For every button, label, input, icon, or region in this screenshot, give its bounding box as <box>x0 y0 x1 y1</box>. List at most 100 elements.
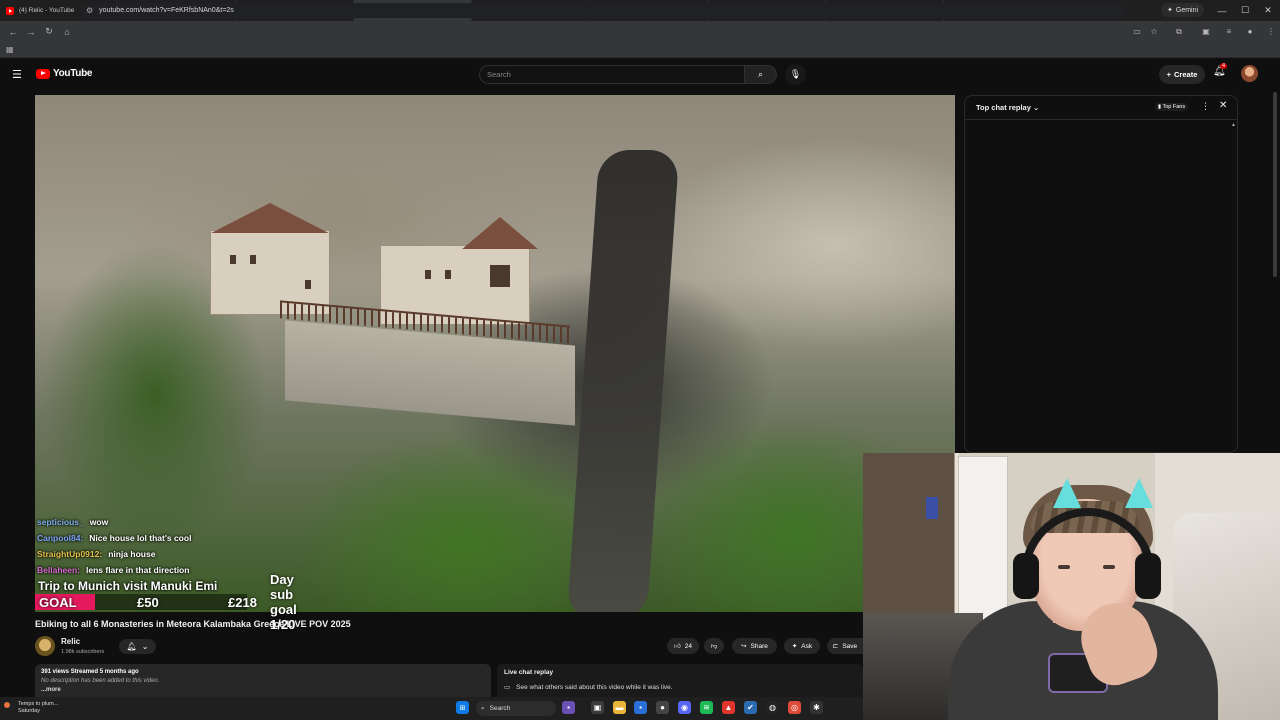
share-button[interactable]: ↪ Share <box>732 638 777 654</box>
menu-lines-icon[interactable]: ≡ <box>1220 21 1238 42</box>
search-input[interactable]: Search <box>479 65 745 84</box>
live-chat-replay-prompt: See what others said about this video wh… <box>516 683 673 691</box>
headphone-cup <box>1135 553 1161 599</box>
discord-icon[interactable]: ◉ <box>678 701 691 714</box>
address-bar[interactable]: ⚙ youtube.com/watch?v=FeKRfsbNAn0&t=2s <box>80 3 1125 18</box>
search-icon: ⌕ <box>481 704 485 712</box>
maximize-icon[interactable]: ☐ <box>1234 0 1256 21</box>
background-door <box>958 456 1008 626</box>
goal-progress <box>87 594 247 610</box>
microphone-icon: 🎙︎ <box>789 69 802 79</box>
subscriber-count: 1.98k subscribers <box>61 649 105 655</box>
cat-ear-icon <box>1125 478 1153 508</box>
like-button[interactable]: 👍︎ 24 <box>667 638 699 654</box>
app-icon[interactable]: ✔ <box>744 701 757 714</box>
ask-label: Ask <box>801 642 813 650</box>
rock-crevice <box>566 150 680 612</box>
plus-icon: + <box>1166 70 1172 79</box>
browser-menu-icon[interactable]: ⋮ <box>1262 21 1280 42</box>
page-scrollbar[interactable] <box>1273 92 1277 277</box>
weather-widget[interactable]: Temps to plum... Saturday <box>4 701 58 715</box>
chat-mode-dropdown[interactable]: Top chat replay ⌄ <box>976 103 1039 112</box>
subscription-notifications-button[interactable]: 🔔︎ ⌄ <box>119 639 156 654</box>
close-window-icon[interactable]: ✕ <box>1257 0 1279 21</box>
more-options-icon[interactable]: ⋮ <box>1201 101 1210 112</box>
spotify-icon[interactable]: ≋ <box>700 701 713 714</box>
overlay-chat-text: lens flare in that direction <box>86 565 190 575</box>
window <box>425 270 431 279</box>
scroll-up-icon[interactable]: ▲ <box>1231 122 1236 128</box>
bookmark-icon: ⊏ <box>832 643 839 650</box>
chat-panel: Top chat replay ⌄ ▮ Top Fans ⋮ ✕ ▲ <box>964 95 1238 453</box>
video-title: Ebiking to all 6 Monasteries in Meteora … <box>35 619 351 629</box>
overlay-chat-text: Nice house lol that's cool <box>89 533 192 543</box>
youtube-logo[interactable]: YouTube <box>36 68 93 79</box>
thumbs-down-icon: 👎︎ <box>710 643 718 650</box>
save-button[interactable]: ⊏ Save <box>827 638 863 654</box>
url-text: youtube.com/watch?v=FeKRfsbNAn0&t=2s <box>99 7 234 14</box>
description-text: No description has been added to this vi… <box>41 678 160 684</box>
overlay-chat-user: StraightUp0912: <box>37 549 103 559</box>
brave-icon[interactable]: ▲ <box>722 701 735 714</box>
goal-label: GOAL <box>35 594 87 610</box>
overlay-chat-text: ninja house <box>108 549 156 559</box>
overlay-chat-user: septicious_ <box>37 517 84 527</box>
file-explorer-icon[interactable]: ▬ <box>613 701 626 714</box>
bookmark-star-icon[interactable]: ☆ <box>1145 21 1163 42</box>
window <box>305 280 311 289</box>
create-button[interactable]: + Create <box>1159 65 1205 84</box>
channel-name[interactable]: Relic <box>61 637 80 646</box>
profile-icon[interactable]: ● <box>1241 21 1259 42</box>
search-icon: ⌕ <box>757 69 764 79</box>
hamburger-menu-icon[interactable]: ☰ <box>12 68 22 81</box>
windows-start-icon[interactable]: ⊞ <box>456 701 469 714</box>
search-button[interactable]: ⌕ <box>745 65 777 84</box>
ask-button[interactable]: ✦ Ask <box>784 638 820 654</box>
reload-icon[interactable]: ↻ <box>40 26 58 37</box>
chat-header: Top chat replay ⌄ ▮ Top Fans ⋮ ✕ <box>965 96 1237 120</box>
overlay-chat-message: StraightUp0912: ninja house <box>37 549 155 559</box>
sub-goal-bar: GOAL £50 £218 Day sub goal 1/20 <box>35 572 297 632</box>
live-chat-replay-heading: Live chat replay <box>504 669 554 676</box>
channel-avatar[interactable] <box>35 636 55 656</box>
window <box>230 255 236 264</box>
notifications-button[interactable]: 🔔︎ 4 <box>1213 63 1228 77</box>
voice-search-button[interactable]: 🎙︎ <box>785 64 806 85</box>
gemini-button[interactable]: ✦ Gemini <box>1161 3 1205 17</box>
apps-grid-icon[interactable]: ▦ <box>6 45 14 54</box>
home-icon[interactable]: ⌂ <box>58 27 76 37</box>
close-icon[interactable]: ✕ <box>1219 100 1227 111</box>
steam-icon[interactable]: ◍ <box>766 701 779 714</box>
browser-toolbar: ← → ↻ ⌂ <box>0 21 1280 42</box>
task-view-icon[interactable]: ▣ <box>591 701 604 714</box>
minimize-icon[interactable]: — <box>1211 0 1233 21</box>
forward-icon[interactable]: → <box>22 27 40 37</box>
github-icon[interactable]: ● <box>656 701 669 714</box>
app-icon[interactable]: ▪ <box>634 701 647 714</box>
webcam-overlay <box>863 453 1280 720</box>
overlay-chat-text: wow <box>89 517 109 527</box>
gemini-icon: ✦ <box>1167 7 1173 14</box>
extensions-icon[interactable]: ⧉ <box>1170 21 1188 42</box>
account-avatar[interactable] <box>1241 65 1258 82</box>
sidebar-icon[interactable]: ▣ <box>1197 21 1215 42</box>
taskbar-search[interactable]: ⌕ Search <box>476 701 556 716</box>
more-link[interactable]: ...more <box>41 687 485 693</box>
top-fans-button[interactable]: ▮ Top Fans <box>1155 103 1189 111</box>
overlay-chat-message: Bellaheen: lens flare in that direction <box>37 565 189 575</box>
dislike-button[interactable]: 👎︎ <box>704 638 724 654</box>
headphone-cup <box>1013 553 1039 599</box>
gemini-label: Gemini <box>1175 6 1199 14</box>
window <box>445 270 451 279</box>
widget-icon[interactable]: ▪ <box>562 701 575 714</box>
youtube-header: ☰ YouTube Search ⌕ 🎙︎ + Create 🔔︎ 4 <box>0 58 1280 92</box>
back-icon[interactable]: ← <box>4 27 22 37</box>
app-icon[interactable]: ✱ <box>810 701 823 714</box>
weather-day: Saturday <box>18 708 41 714</box>
chrome-icon[interactable]: ◎ <box>788 701 801 714</box>
chat-bubble-icon: ▭ <box>504 684 511 691</box>
share-icon: ↪ <box>741 643 747 650</box>
overlay-chat-user: Canpool84: <box>37 533 84 543</box>
install-icon[interactable]: ▭ <box>1128 21 1146 42</box>
site-info-icon[interactable]: ⚙ <box>86 6 93 15</box>
